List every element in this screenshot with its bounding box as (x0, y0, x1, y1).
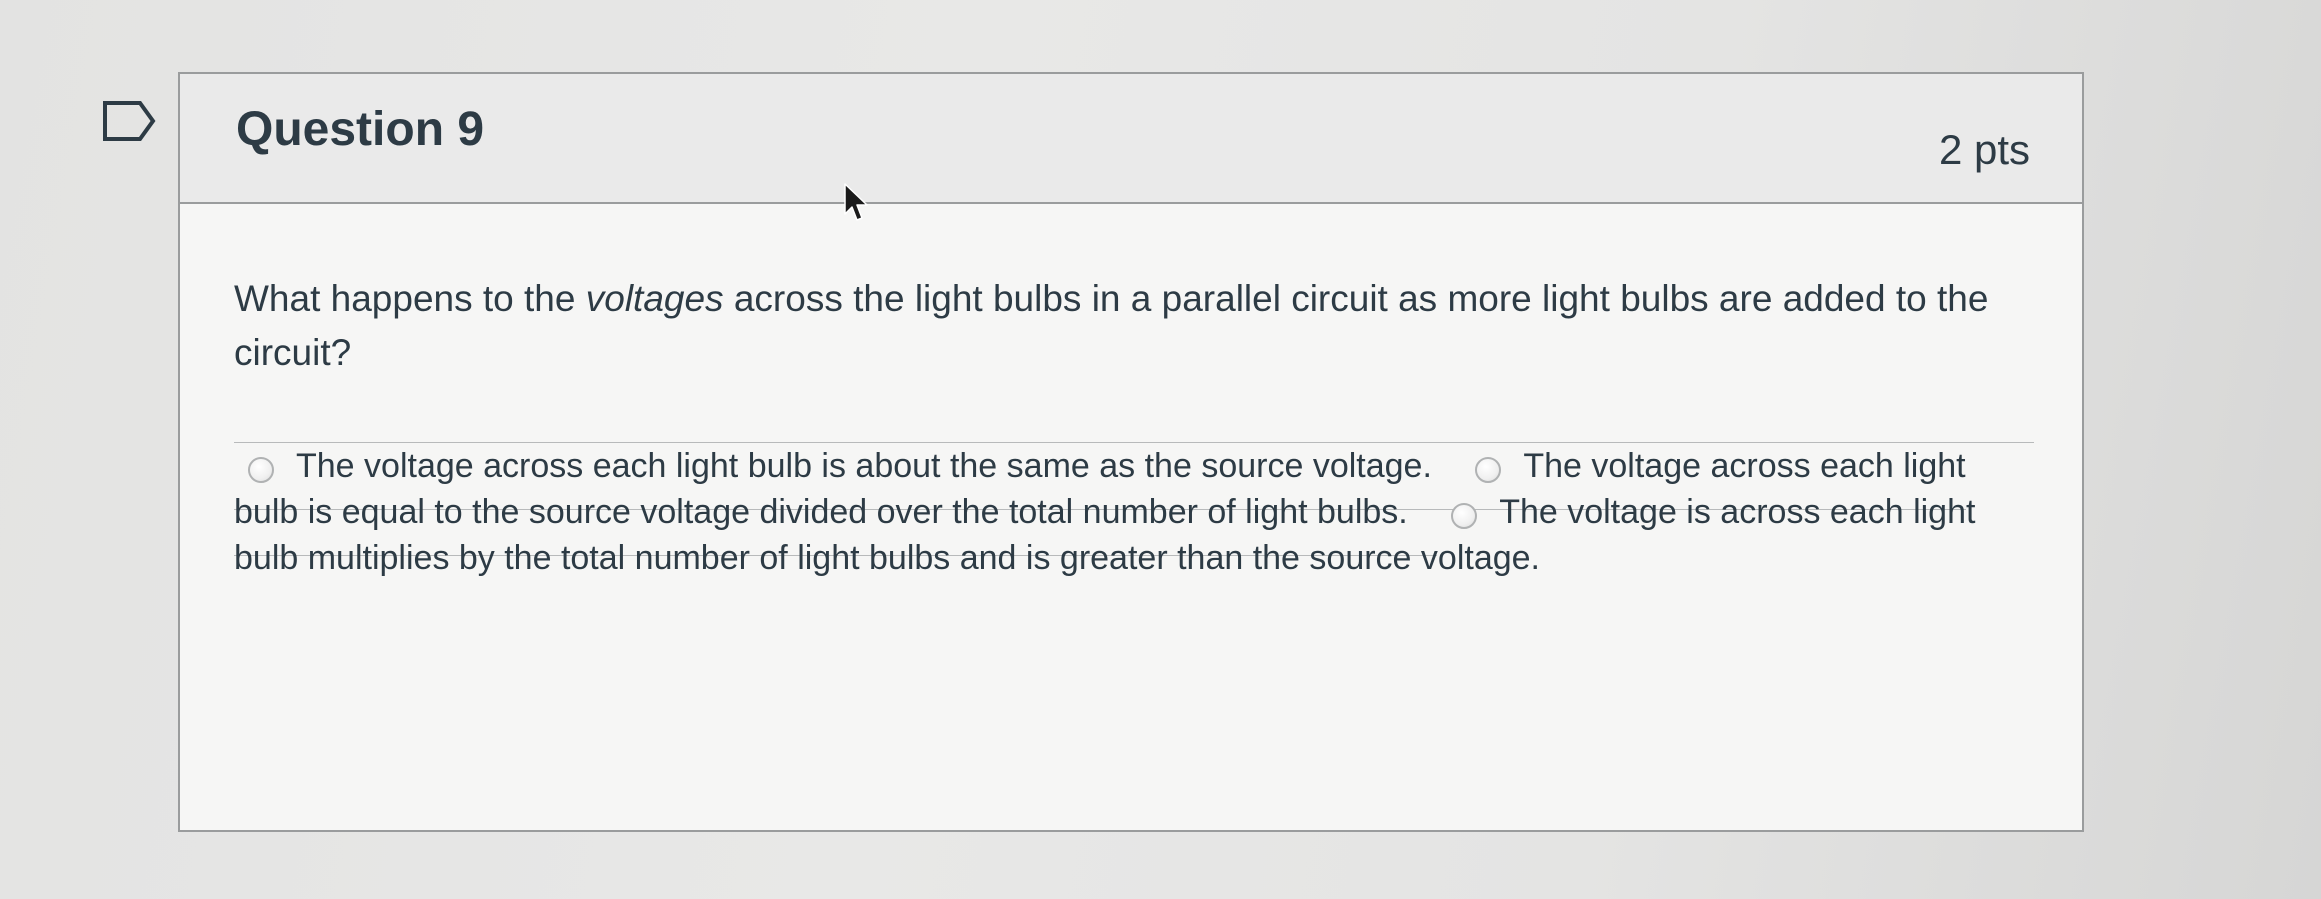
flag-question-icon[interactable] (102, 100, 156, 142)
question-title: Question 9 (236, 103, 485, 156)
mouse-pointer-icon (844, 183, 868, 221)
question-text-emphasis: voltages (585, 278, 724, 319)
question-text-start: What happens to the (234, 278, 586, 319)
question-card: Question 9 2 pts What happens to the vol… (178, 72, 2084, 832)
question-points: 2 pts (1938, 126, 2030, 173)
answer-list: The voltage across each light bulb is ab… (234, 427, 2034, 581)
question-header: Question 9 2 pts (180, 74, 2082, 204)
answer-radio-3[interactable] (1451, 503, 1478, 529)
question-text: What happens to the voltages across the … (234, 272, 2044, 380)
